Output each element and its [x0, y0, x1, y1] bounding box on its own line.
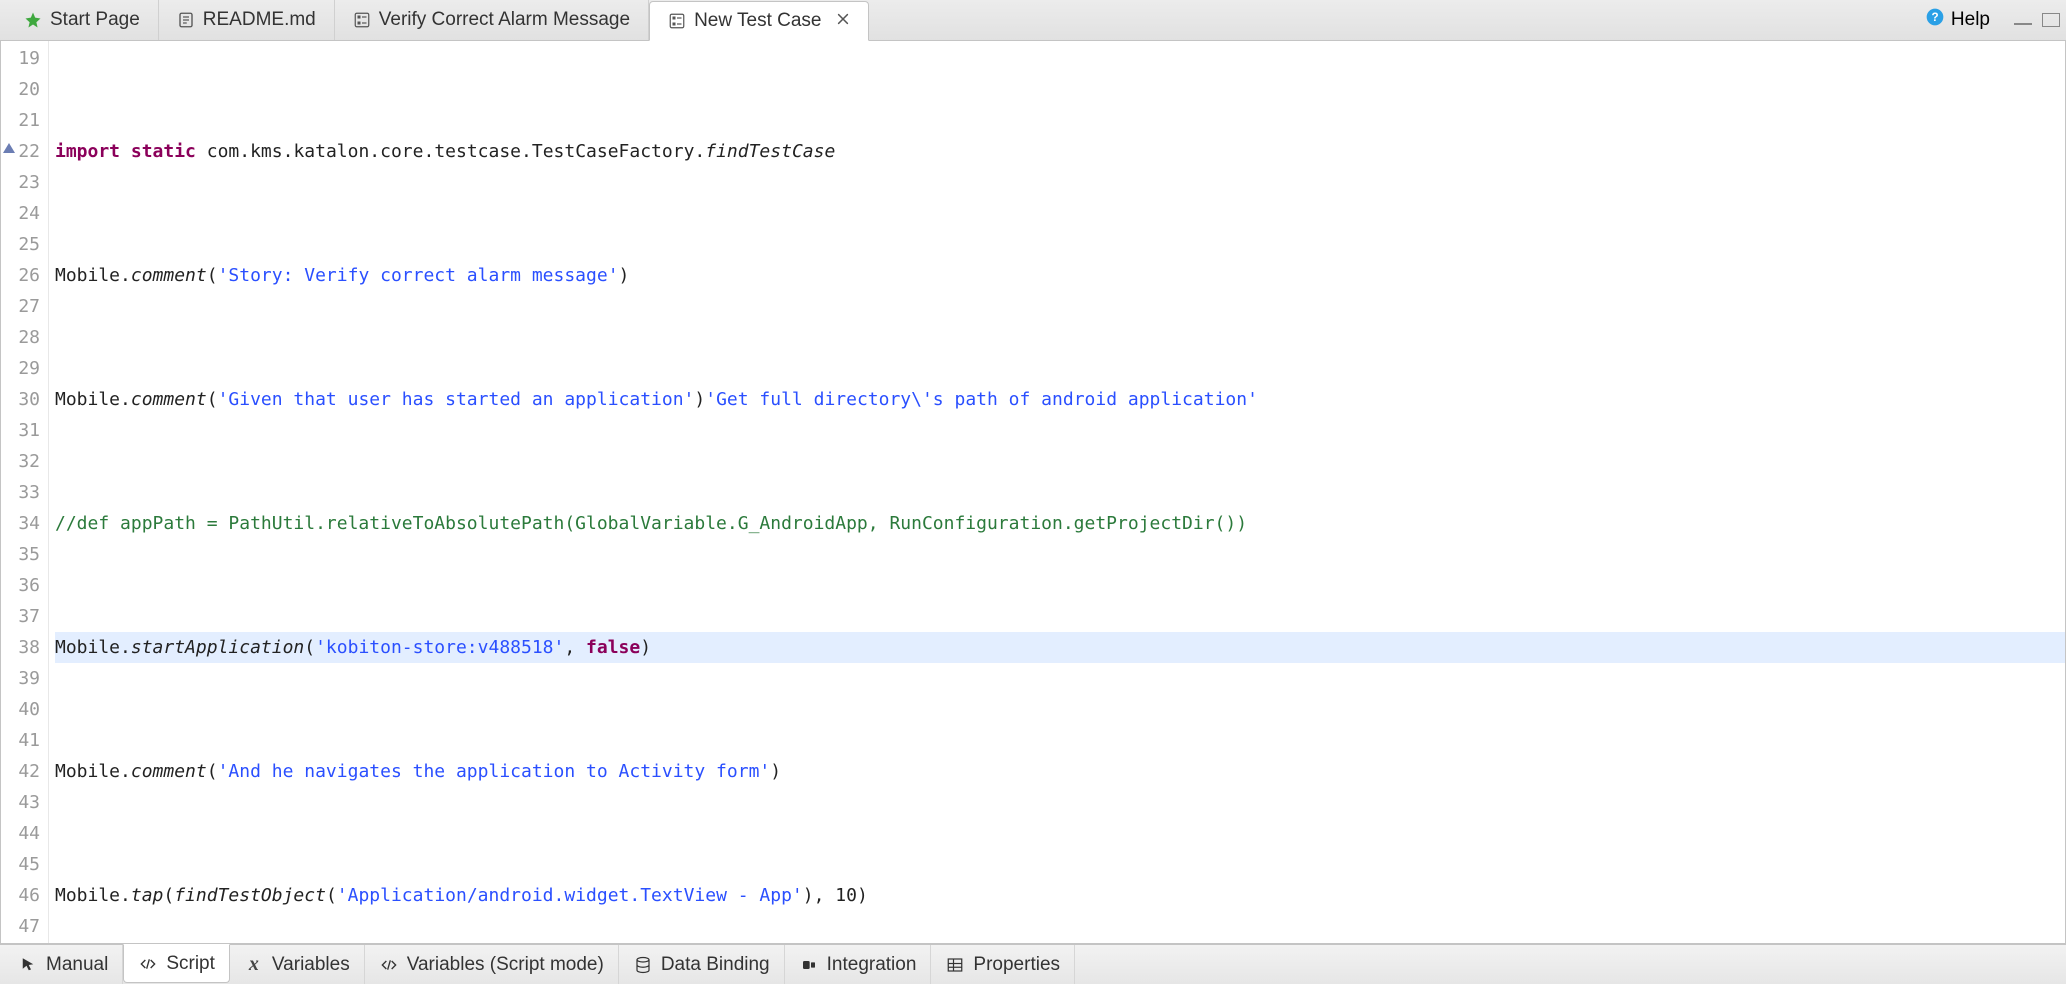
line-number: 47 — [1, 911, 48, 942]
tab-label: Verify Correct Alarm Message — [379, 9, 630, 31]
line-number: 32 — [1, 446, 48, 477]
help-button[interactable]: ? Help — [1915, 7, 2000, 33]
code-line: Mobile.comment('Given that user has star… — [55, 384, 2065, 415]
code-icon — [379, 956, 399, 974]
line-number: 42 — [1, 756, 48, 787]
svg-text:?: ? — [1931, 11, 1938, 24]
line-number: 38 — [1, 632, 48, 663]
bottom-tab-label: Integration — [827, 954, 917, 976]
tab-start-page[interactable]: Start Page — [6, 0, 159, 40]
table-icon — [945, 956, 965, 974]
tab-new-test-case[interactable]: New Test Case — [649, 1, 868, 41]
line-number: 39 — [1, 663, 48, 694]
bottom-tab-variables-script[interactable]: Variables (Script mode) — [365, 945, 619, 984]
bottom-tab-integration[interactable]: Integration — [785, 945, 932, 984]
tab-verify-alarm[interactable]: Verify Correct Alarm Message — [335, 0, 649, 40]
bottom-tab-bar: Manual Script x Variables Variables (Scr… — [0, 944, 2066, 984]
line-number: 29 — [1, 353, 48, 384]
minimize-icon[interactable] — [2014, 23, 2032, 25]
close-icon[interactable] — [836, 10, 850, 32]
code-line: Mobile.comment('Story: Verify correct al… — [55, 260, 2065, 291]
code-line — [55, 694, 2065, 725]
bottom-tab-data-binding[interactable]: Data Binding — [619, 945, 785, 984]
plug-icon — [799, 956, 819, 974]
bottom-tab-script[interactable]: Script — [123, 944, 230, 983]
code-line: Mobile.tap(findTestObject('Application/a… — [55, 880, 2065, 911]
code-line — [55, 198, 2065, 229]
bottom-tab-label: Properties — [973, 954, 1060, 976]
code-line — [55, 818, 2065, 849]
x-italic-icon: x — [244, 956, 264, 974]
gutter-marker-icon — [3, 143, 15, 153]
tab-readme[interactable]: README.md — [159, 0, 335, 40]
line-number: 31 — [1, 415, 48, 446]
line-number: 21 — [1, 105, 48, 136]
tab-label: README.md — [203, 9, 316, 31]
line-number: 23 — [1, 167, 48, 198]
line-number: 40 — [1, 694, 48, 725]
line-number: 25 — [1, 229, 48, 260]
line-number: 43 — [1, 787, 48, 818]
document-icon — [177, 11, 195, 29]
line-number: 27 — [1, 291, 48, 322]
line-number: 34 — [1, 508, 48, 539]
code-line: Mobile.comment('And he navigates the app… — [55, 756, 2065, 787]
line-number: 46 — [1, 880, 48, 911]
code-line-highlighted: Mobile.startApplication('kobiton-store:v… — [55, 632, 2065, 663]
line-number: 19 — [1, 43, 48, 74]
line-number: 28 — [1, 322, 48, 353]
bottom-tab-properties[interactable]: Properties — [931, 945, 1075, 984]
cursor-icon — [18, 956, 38, 974]
bottom-tab-manual[interactable]: Manual — [4, 945, 123, 984]
bottom-tab-label: Variables (Script mode) — [407, 954, 604, 976]
bottom-tab-label: Manual — [46, 954, 108, 976]
code-line — [55, 446, 2065, 477]
line-number-gutter: 1920212223242526272829303132333435363738… — [1, 41, 49, 943]
tab-label: New Test Case — [694, 10, 821, 32]
code-line — [55, 942, 2065, 943]
bottom-tab-label: Data Binding — [661, 954, 770, 976]
editor-window: Start Page README.md Verify Correct Alar… — [0, 0, 2066, 984]
line-number: 24 — [1, 198, 48, 229]
tab-label: Start Page — [50, 9, 140, 31]
line-number: 26 — [1, 260, 48, 291]
code-area[interactable]: import static com.kms.katalon.core.testc… — [49, 41, 2065, 943]
line-number: 22 — [1, 136, 48, 167]
code-line — [55, 322, 2065, 353]
line-number: 37 — [1, 601, 48, 632]
help-icon: ? — [1925, 7, 1945, 33]
line-number: 35 — [1, 539, 48, 570]
code-icon — [138, 955, 158, 973]
line-number: 30 — [1, 384, 48, 415]
line-number: 41 — [1, 725, 48, 756]
top-tab-bar: Start Page README.md Verify Correct Alar… — [0, 0, 2066, 41]
testcase-icon — [353, 11, 371, 29]
maximize-icon[interactable] — [2042, 13, 2060, 27]
bottom-tab-label: Script — [166, 953, 215, 975]
bottom-tab-label: Variables — [272, 954, 350, 976]
code-editor[interactable]: 1920212223242526272829303132333435363738… — [0, 41, 2066, 944]
line-number: 36 — [1, 570, 48, 601]
help-label: Help — [1951, 9, 1990, 31]
code-line: import static com.kms.katalon.core.testc… — [55, 136, 2065, 167]
bottom-tab-variables[interactable]: x Variables — [230, 945, 365, 984]
star-icon — [24, 11, 42, 29]
line-number: 44 — [1, 818, 48, 849]
line-number: 33 — [1, 477, 48, 508]
testcase-icon — [668, 12, 686, 30]
line-number: 45 — [1, 849, 48, 880]
line-number: 20 — [1, 74, 48, 105]
code-line — [55, 74, 2065, 105]
code-line — [55, 570, 2065, 601]
code-line: //def appPath = PathUtil.relativeToAbsol… — [55, 508, 2065, 539]
database-icon — [633, 956, 653, 974]
